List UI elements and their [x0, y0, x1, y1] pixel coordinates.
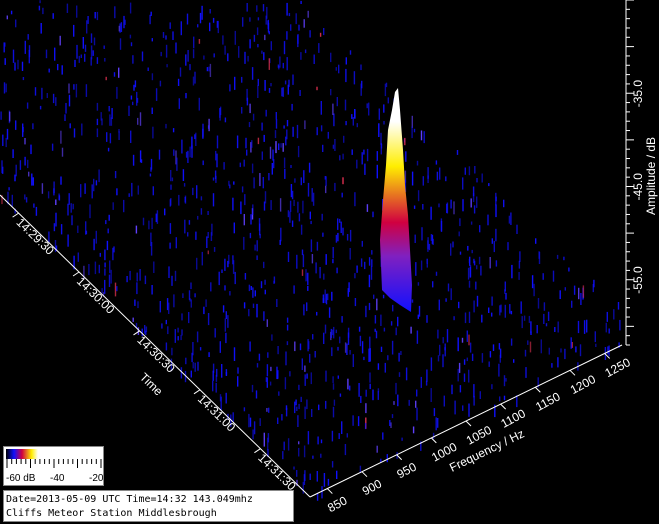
date-time-frequency: Date=2013-05-09 UTC Time=14:32 143.049mh… [6, 494, 253, 505]
time-tick-mark [72, 271, 80, 277]
frequency-tick-label: 900 [360, 476, 385, 498]
frequency-tick-label: 1100 [499, 406, 529, 431]
color-scale-bar [6, 449, 38, 459]
frequency-tick-label: 850 [325, 493, 350, 515]
time-tick-label: 14:31:30 [255, 451, 299, 494]
amplitude-tick-label: -45.0 [631, 173, 645, 201]
legend-label-max: -20 [89, 473, 104, 484]
station-name: Cliffs Meteor Station Middlesbrough [6, 508, 217, 519]
color-legend: -60 dB -40 -20 [3, 446, 104, 486]
meteor-echo-plume [380, 88, 412, 312]
frequency-tick-mark [569, 369, 576, 376]
time-tick-label: 14:31:00 [195, 392, 239, 435]
legend-scale-ticks [6, 459, 102, 468]
time-tick-mark [12, 212, 19, 218]
time-tick-mark [254, 448, 261, 454]
amplitude-axis-label: Amplitude / dB [644, 137, 658, 215]
frequency-tick-label: 1200 [568, 372, 598, 397]
amplitude-tick-label: -55.0 [631, 266, 645, 294]
legend-label-min: -60 dB [6, 473, 36, 484]
spectrogram-viewer: 850 900 950 1000 1050 1100 1150 1200 1250 14:29:… [0, 0, 659, 524]
amplitude-ticks: -55.0 -45.0 -35.0 [626, 0, 645, 346]
frequency-tick-mark [465, 420, 472, 427]
noise-layer [0, 0, 621, 501]
frequency-tick-label: 1150 [533, 389, 563, 414]
frequency-tick-mark [361, 471, 368, 478]
time-tick-label: 14:29:30 [14, 215, 58, 258]
amplitude-tick-label: -35.0 [631, 80, 645, 108]
frequency-ticks: 850900950100010501100115012001250 [325, 353, 633, 515]
time-tick-mark [193, 389, 201, 395]
frequency-tick-mark [326, 488, 333, 494]
legend-label-mid: -40 [50, 473, 65, 484]
frequency-tick-mark [500, 403, 507, 410]
meteor-echo [380, 88, 412, 312]
frequency-tick-label: 1250 [603, 355, 633, 380]
station-info-box: Date=2013-05-09 UTC Time=14:32 143.049mh… [3, 490, 294, 522]
axes: 850900950100010501100115012001250 14:29:… [0, 0, 658, 515]
time-axis-label: Time [137, 370, 166, 399]
frequency-tick-label: 950 [395, 460, 420, 482]
frequency-tick-mark [534, 386, 541, 393]
